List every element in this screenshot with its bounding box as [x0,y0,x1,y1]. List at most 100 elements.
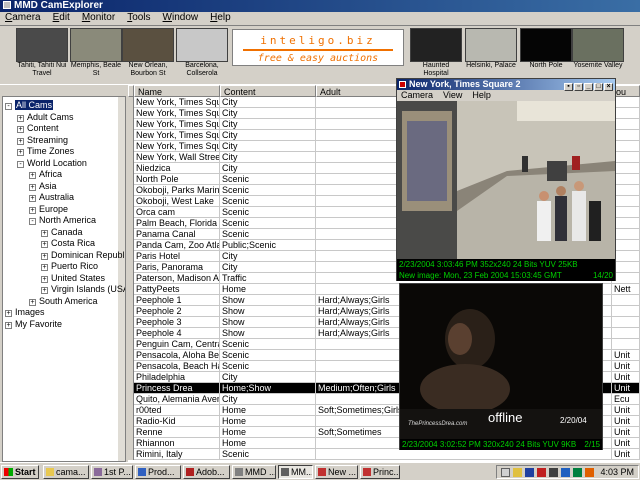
folder-icon[interactable] [513,468,522,477]
taskbar-button[interactable]: Princ... [360,465,400,479]
menu-monitor[interactable]: Monitor [77,12,122,24]
tree-item[interactable]: + Asia [29,181,57,192]
camera-window-times-square[interactable]: New York, Times Square 2 ▪ ▫ _ □ × Camera Vie… [396,78,616,281]
tree-item[interactable]: + Content [17,123,59,134]
taskbar-button[interactable]: Adob... [183,465,230,479]
info-icon[interactable] [561,468,570,477]
tree-item[interactable]: + Images [5,307,45,318]
tree-item[interactable]: + Europe [29,204,68,215]
cam-menu-help[interactable]: Help [472,90,491,100]
tile-icon[interactable]: ▫ [574,83,583,91]
table-cell: Unit [612,427,640,438]
tree-item[interactable]: - All Cams [5,100,54,111]
expand-icon[interactable]: + [17,114,24,122]
tree-item[interactable]: + Australia [29,192,74,203]
table-cell: Unit [612,438,640,449]
tree-item[interactable]: + Dominican Republic [41,250,125,261]
taskbar-button[interactable]: MM... [278,465,313,479]
camera-window-titlebar[interactable]: New York, Times Square 2 ▪ ▫ _ □ × [397,79,615,91]
volume-icon[interactable] [549,468,558,477]
taskbar-button[interactable]: cama... [43,465,89,479]
table-cell: Unit [612,361,640,372]
expand-icon[interactable]: + [41,275,48,283]
menu-help[interactable]: Help [205,12,238,24]
pin-icon[interactable]: ▪ [564,83,573,91]
network-icon[interactable] [525,468,534,477]
start-button[interactable]: Start [1,465,39,479]
collapse-icon[interactable]: - [17,160,24,168]
minimize-icon[interactable]: _ [584,83,593,91]
taskbar-button-label: 1st P... [104,467,131,477]
expand-icon[interactable]: + [17,126,24,133]
ad-banner[interactable]: inteligo.biz free & easy auctions [232,29,404,66]
tree-item[interactable]: + Streaming [17,135,68,146]
update-icon[interactable] [585,468,594,477]
tree-item[interactable]: - North America [29,215,96,226]
expand-icon[interactable]: + [29,298,36,306]
cam-thumbnail[interactable]: New Orlean, Bourbon St [122,28,174,78]
taskbar-button[interactable]: Prod... [135,465,181,479]
tree-item[interactable]: - World Location [17,158,87,169]
collapse-icon[interactable]: - [5,103,12,110]
cam-menu-camera[interactable]: Camera [401,90,433,100]
expand-icon[interactable]: + [41,229,48,237]
taskbar-button[interactable]: 1st P... [91,465,133,479]
tree-item-label: South America [39,295,98,306]
expand-icon[interactable]: + [41,241,48,248]
expand-icon[interactable]: + [41,252,48,260]
table-cell [612,273,640,284]
expand-icon[interactable]: + [5,310,12,317]
tree-item[interactable]: + Canada [41,227,83,238]
taskbar-button[interactable]: MMD ... [232,465,276,479]
tree-item[interactable]: + Time Zones [17,146,74,157]
expand-icon[interactable]: + [17,149,24,156]
cam-thumbnail[interactable]: Barcelona, Collserola [176,28,228,78]
expand-icon[interactable]: + [41,264,48,271]
camera-icon [399,81,406,88]
cam-thumbnail[interactable]: North Pole [520,28,572,70]
cam-thumbnail[interactable]: Helsinki, Palace [465,28,517,70]
app-icon [318,468,326,476]
cam-menu-view[interactable]: View [443,90,462,100]
camera-window-princess-drea[interactable]: offline 2/20/04 ThePrincessDrea.com 2/23… [399,283,603,450]
menu-edit[interactable]: Edit [48,12,77,24]
tree-item-label: Asia [39,180,57,191]
collapse-icon[interactable]: - [29,218,36,225]
column-header[interactable]: Content [220,85,316,97]
ad-title: inteligo.biz [260,34,376,47]
clipboard-icon[interactable] [501,468,510,477]
tree-item[interactable]: + My Favorite [5,319,62,330]
messenger-icon[interactable] [573,468,582,477]
expand-icon[interactable]: + [17,137,24,145]
tree-scrollbar[interactable] [118,97,125,461]
menu-tools[interactable]: Tools [122,12,157,24]
clock: 4:03 PM [600,467,634,477]
taskbar-button[interactable]: New ... [315,465,358,479]
cam-thumbnail[interactable]: Tahiti, Tahiti Nui Travel [16,28,68,78]
column-header[interactable]: Name [134,85,220,97]
expand-icon[interactable]: + [41,287,48,294]
cam-thumbnail[interactable]: Yosemite Valley [572,28,624,70]
maximize-icon[interactable]: □ [594,83,603,91]
expand-icon[interactable]: + [5,321,12,329]
category-tree[interactable]: - All Cams + Adult Cams + Content + Streaming + T… [2,96,126,462]
tree-item[interactable]: + Africa [29,169,62,180]
tree-item[interactable]: + South America [29,296,98,307]
expand-icon[interactable]: + [29,195,36,202]
table-row[interactable]: Rimini, Italy Scenic Unit [128,449,640,460]
column-header[interactable]: ou [612,85,640,97]
menu-camera[interactable]: Camera [0,12,48,24]
cam-thumbnail[interactable]: Memphis, Beale St [70,28,122,78]
tree-item[interactable]: + Puerto Rico [41,261,98,272]
tree-item[interactable]: + Costa Rica [41,238,95,249]
tree-item[interactable]: + Virgin Islands (USA) [41,284,125,295]
antivirus-icon[interactable] [537,468,546,477]
menu-window[interactable]: Window [158,12,206,24]
expand-icon[interactable]: + [29,206,36,214]
expand-icon[interactable]: + [29,183,36,191]
tree-item[interactable]: + United States [41,273,105,284]
expand-icon[interactable]: + [29,172,36,179]
close-icon[interactable]: × [604,83,613,91]
tree-item[interactable]: + Adult Cams [17,112,74,123]
cam-thumbnail[interactable]: Haunted Hospital [410,28,462,78]
